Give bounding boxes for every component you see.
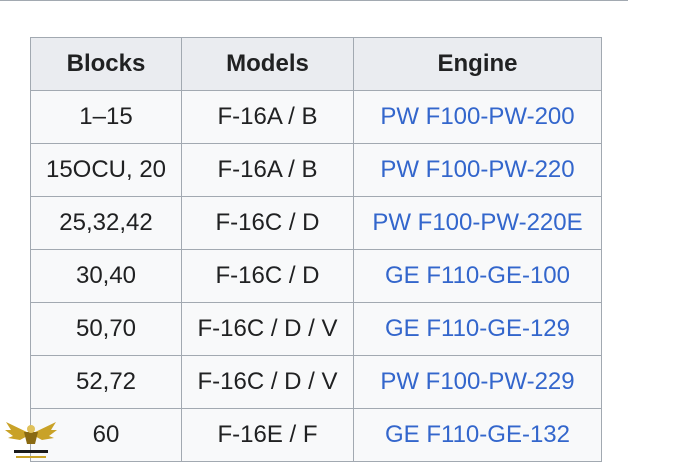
header-models: Models <box>181 37 354 91</box>
engine-link[interactable]: PW F100-PW-220E <box>372 209 582 236</box>
engine-table: Blocks Models Engine 1–15 F-16A / B PW F… <box>30 37 602 462</box>
engine-link[interactable]: PW F100-PW-229 <box>380 368 574 395</box>
table-row: 50,70 F-16C / D / V GE F110-GE-129 <box>30 302 602 356</box>
blocks-cell: 30,40 <box>30 249 182 303</box>
table-header-row: Blocks Models Engine <box>30 37 602 91</box>
engine-cell: GE F110-GE-129 <box>353 302 602 356</box>
engine-link[interactable]: GE F110-GE-100 <box>385 262 570 289</box>
models-cell: F-16E / F <box>181 408 354 462</box>
blocks-cell: 50,70 <box>30 302 182 356</box>
table-row: 30,40 F-16C / D GE F110-GE-100 <box>30 249 602 303</box>
top-divider <box>0 0 628 1</box>
models-cell: F-16A / B <box>181 143 354 197</box>
engine-cell: PW F100-PW-200 <box>353 90 602 144</box>
engine-cell: GE F110-GE-100 <box>353 249 602 303</box>
engine-link[interactable]: GE F110-GE-132 <box>385 421 570 448</box>
engine-link[interactable]: GE F110-GE-129 <box>385 315 570 342</box>
eagle-logo-icon <box>5 422 57 458</box>
blocks-cell: 1–15 <box>30 90 182 144</box>
engine-cell: PW F100-PW-220E <box>353 196 602 250</box>
header-engine: Engine <box>353 37 602 91</box>
blocks-cell: 52,72 <box>30 355 182 409</box>
table-row: 1–15 F-16A / B PW F100-PW-200 <box>30 90 602 144</box>
models-cell: F-16C / D / V <box>181 355 354 409</box>
engine-cell: GE F110-GE-132 <box>353 408 602 462</box>
models-cell: F-16A / B <box>181 90 354 144</box>
header-blocks: Blocks <box>30 37 182 91</box>
blocks-cell: 15OCU, 20 <box>30 143 182 197</box>
engine-cell: PW F100-PW-220 <box>353 143 602 197</box>
models-cell: F-16C / D <box>181 249 354 303</box>
table-row: 15OCU, 20 F-16A / B PW F100-PW-220 <box>30 143 602 197</box>
watermark-logo <box>2 408 60 465</box>
models-cell: F-16C / D / V <box>181 302 354 356</box>
engine-cell: PW F100-PW-229 <box>353 355 602 409</box>
table-row: 52,72 F-16C / D / V PW F100-PW-229 <box>30 355 602 409</box>
engine-link[interactable]: PW F100-PW-200 <box>380 103 574 130</box>
blocks-cell: 25,32,42 <box>30 196 182 250</box>
table-row: 25,32,42 F-16C / D PW F100-PW-220E <box>30 196 602 250</box>
models-cell: F-16C / D <box>181 196 354 250</box>
engine-link[interactable]: PW F100-PW-220 <box>380 156 574 183</box>
table-row: 60 F-16E / F GE F110-GE-132 <box>30 408 602 462</box>
